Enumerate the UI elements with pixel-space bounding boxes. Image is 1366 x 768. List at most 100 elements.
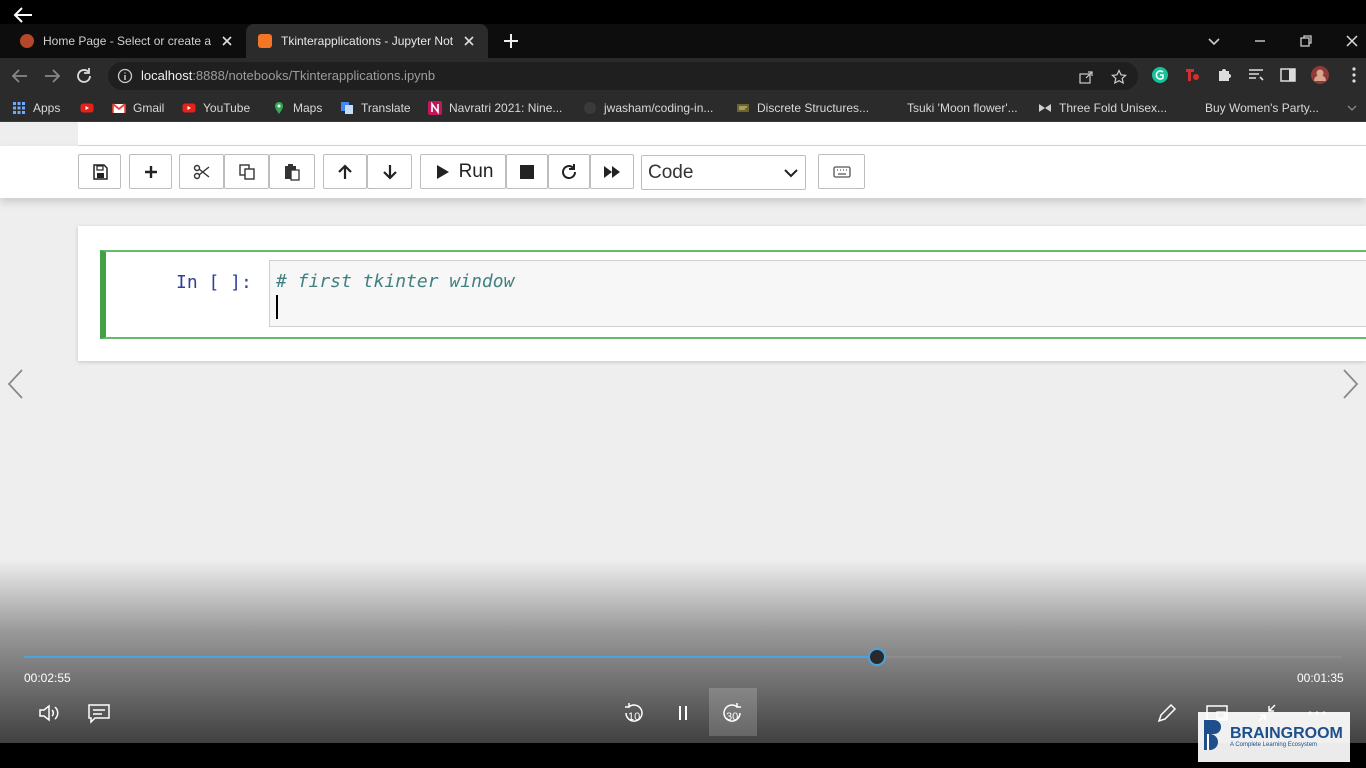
more-bookmarks-icon[interactable]	[1346, 102, 1358, 114]
bookmark-label: Three Fold Unisex...	[1059, 101, 1168, 115]
skip-forward-seconds: 30	[726, 711, 739, 723]
restart-kernel-button[interactable]	[548, 154, 590, 189]
restart-run-all-button[interactable]	[590, 154, 634, 189]
previous-arrow-icon[interactable]	[6, 368, 26, 400]
apps-grid-icon	[13, 102, 25, 114]
tab-search-chevron-icon[interactable]	[1205, 32, 1223, 50]
bookmark-maps[interactable]: Maps	[272, 100, 322, 116]
reload-icon[interactable]	[74, 66, 94, 86]
reading-list-icon[interactable]	[1246, 65, 1266, 85]
bookmark-navratri[interactable]: Navratri 2021: Nine...	[428, 100, 562, 116]
cell-type-value: Code	[648, 161, 694, 183]
bookmark-three-fold[interactable]: Three Fold Unisex...	[1038, 100, 1167, 116]
youtube-icon	[80, 103, 94, 113]
address-bar[interactable]: localhost:8888/notebooks/Tkinterapplicat…	[108, 62, 1138, 90]
bookmark-label: jwasham/coding-in...	[604, 101, 714, 115]
save-button[interactable]	[78, 154, 121, 189]
braingroom-mark-icon	[1204, 720, 1221, 750]
move-cell-down-button[interactable]	[367, 154, 412, 189]
interrupt-kernel-button[interactable]	[506, 154, 548, 189]
bookmark-discrete-structures[interactable]: Discrete Structures...	[736, 100, 869, 116]
code-line: # first tkinter window	[276, 271, 515, 292]
bookmark-label: Tsuki 'Moon flower'...	[907, 101, 1018, 115]
minimize-icon[interactable]	[1251, 32, 1269, 50]
captions-icon	[88, 704, 110, 724]
bookmark-apps[interactable]: Apps	[12, 100, 60, 116]
jupyter-favicon-icon	[20, 34, 34, 48]
grammarly-icon[interactable]	[1150, 65, 1170, 85]
pause-button[interactable]	[667, 697, 699, 729]
pencil-icon	[1157, 703, 1177, 723]
tab-title: Tkinterapplications - Jupyter Not	[281, 34, 454, 48]
site-info-icon[interactable]	[117, 68, 133, 84]
tab-tkinterapplications[interactable]: Tkinterapplications - Jupyter Not	[246, 24, 488, 58]
side-panel-icon[interactable]	[1278, 65, 1298, 85]
bookmark-label: Apps	[33, 101, 61, 115]
command-palette-button[interactable]	[818, 154, 865, 189]
stop-icon	[520, 164, 534, 179]
code-editor[interactable]: # first tkinter window	[269, 260, 1366, 327]
profile-avatar-icon[interactable]	[1310, 65, 1330, 85]
new-tab-icon[interactable]	[500, 31, 522, 51]
seek-bar-progress	[24, 656, 878, 658]
video-player-window: Home Page - Select or create a n Tkinter…	[0, 0, 1366, 768]
cell-prompt: In [ ]:	[176, 272, 252, 293]
browser-menu-icon[interactable]	[1344, 65, 1364, 85]
bookmark-translate[interactable]: Translate	[340, 100, 411, 116]
notebook-header-strip	[78, 122, 1366, 146]
bookmark-label: Discrete Structures...	[757, 101, 870, 115]
code-cell[interactable]: In [ ]: # first tkinter window	[100, 250, 1366, 339]
bookmark-jwasham[interactable]: jwasham/coding-in...	[583, 100, 713, 116]
volume-button[interactable]	[33, 697, 65, 729]
close-tab-icon[interactable]	[220, 34, 234, 48]
volume-icon	[39, 704, 59, 722]
paste-cell-button[interactable]	[269, 154, 315, 189]
insert-cell-button[interactable]	[129, 154, 172, 189]
back-arrow-icon[interactable]	[12, 5, 34, 25]
captions-button[interactable]	[83, 697, 115, 729]
bookmark-gmail[interactable]: Gmail	[112, 100, 164, 116]
bookmarks-bar: Apps Gmail YouTube Maps Translate Navrat…	[0, 94, 1366, 122]
bookmark-buy-womens-party[interactable]: Buy Women's Party...	[1184, 100, 1319, 116]
copy-cell-button[interactable]	[224, 154, 269, 189]
back-icon[interactable]	[10, 66, 30, 86]
plus-icon	[144, 165, 157, 178]
bookmark-label: Maps	[293, 101, 323, 115]
close-window-icon[interactable]	[1343, 32, 1361, 50]
run-button[interactable]: Run	[420, 154, 506, 189]
copy-icon	[238, 163, 255, 180]
arrow-up-icon	[338, 163, 352, 179]
youtube-icon	[182, 103, 196, 113]
extension-tp-icon[interactable]	[1182, 65, 1202, 85]
notebook-toolbar: Run Code	[0, 146, 1366, 198]
cut-cell-button[interactable]	[179, 154, 224, 189]
bookmark-youtube-shortcut[interactable]	[80, 100, 101, 116]
restore-icon[interactable]	[1297, 32, 1315, 50]
chevron-down-icon	[784, 168, 798, 177]
braingroom-logo: BRAINGROOM A Complete Learning Ecosystem	[1198, 712, 1350, 762]
page-icon	[886, 101, 900, 115]
url-text: localhost:8888/notebooks/Tkinterapplicat…	[141, 68, 436, 83]
skip-back-seconds: 10	[628, 711, 641, 723]
close-tab-icon[interactable]	[462, 34, 476, 48]
jupyter-notebook-favicon-icon	[258, 34, 272, 48]
paste-icon	[285, 163, 300, 181]
bookmark-youtube[interactable]: YouTube	[182, 100, 250, 116]
arrow-down-icon	[382, 164, 397, 180]
fast-forward-icon	[604, 165, 620, 178]
pause-icon	[679, 706, 687, 720]
seek-bar[interactable]	[24, 648, 1342, 666]
cell-type-select[interactable]: Code	[641, 155, 806, 190]
elapsed-time: 00:02:55	[24, 671, 71, 685]
forward-icon[interactable]	[42, 66, 62, 86]
share-icon[interactable]	[1078, 69, 1094, 85]
bookmark-star-icon[interactable]	[1111, 69, 1127, 85]
move-cell-up-button[interactable]	[323, 154, 367, 189]
tab-strip: Home Page - Select or create a n Tkinter…	[0, 24, 1366, 58]
bookmark-tsuki[interactable]: Tsuki 'Moon flower'...	[886, 100, 1018, 116]
edit-button[interactable]	[1151, 697, 1183, 729]
next-arrow-icon[interactable]	[1340, 368, 1360, 400]
tab-home-page[interactable]: Home Page - Select or create a n	[8, 24, 246, 58]
run-label: Run	[458, 160, 494, 182]
extensions-puzzle-icon[interactable]	[1214, 65, 1234, 85]
